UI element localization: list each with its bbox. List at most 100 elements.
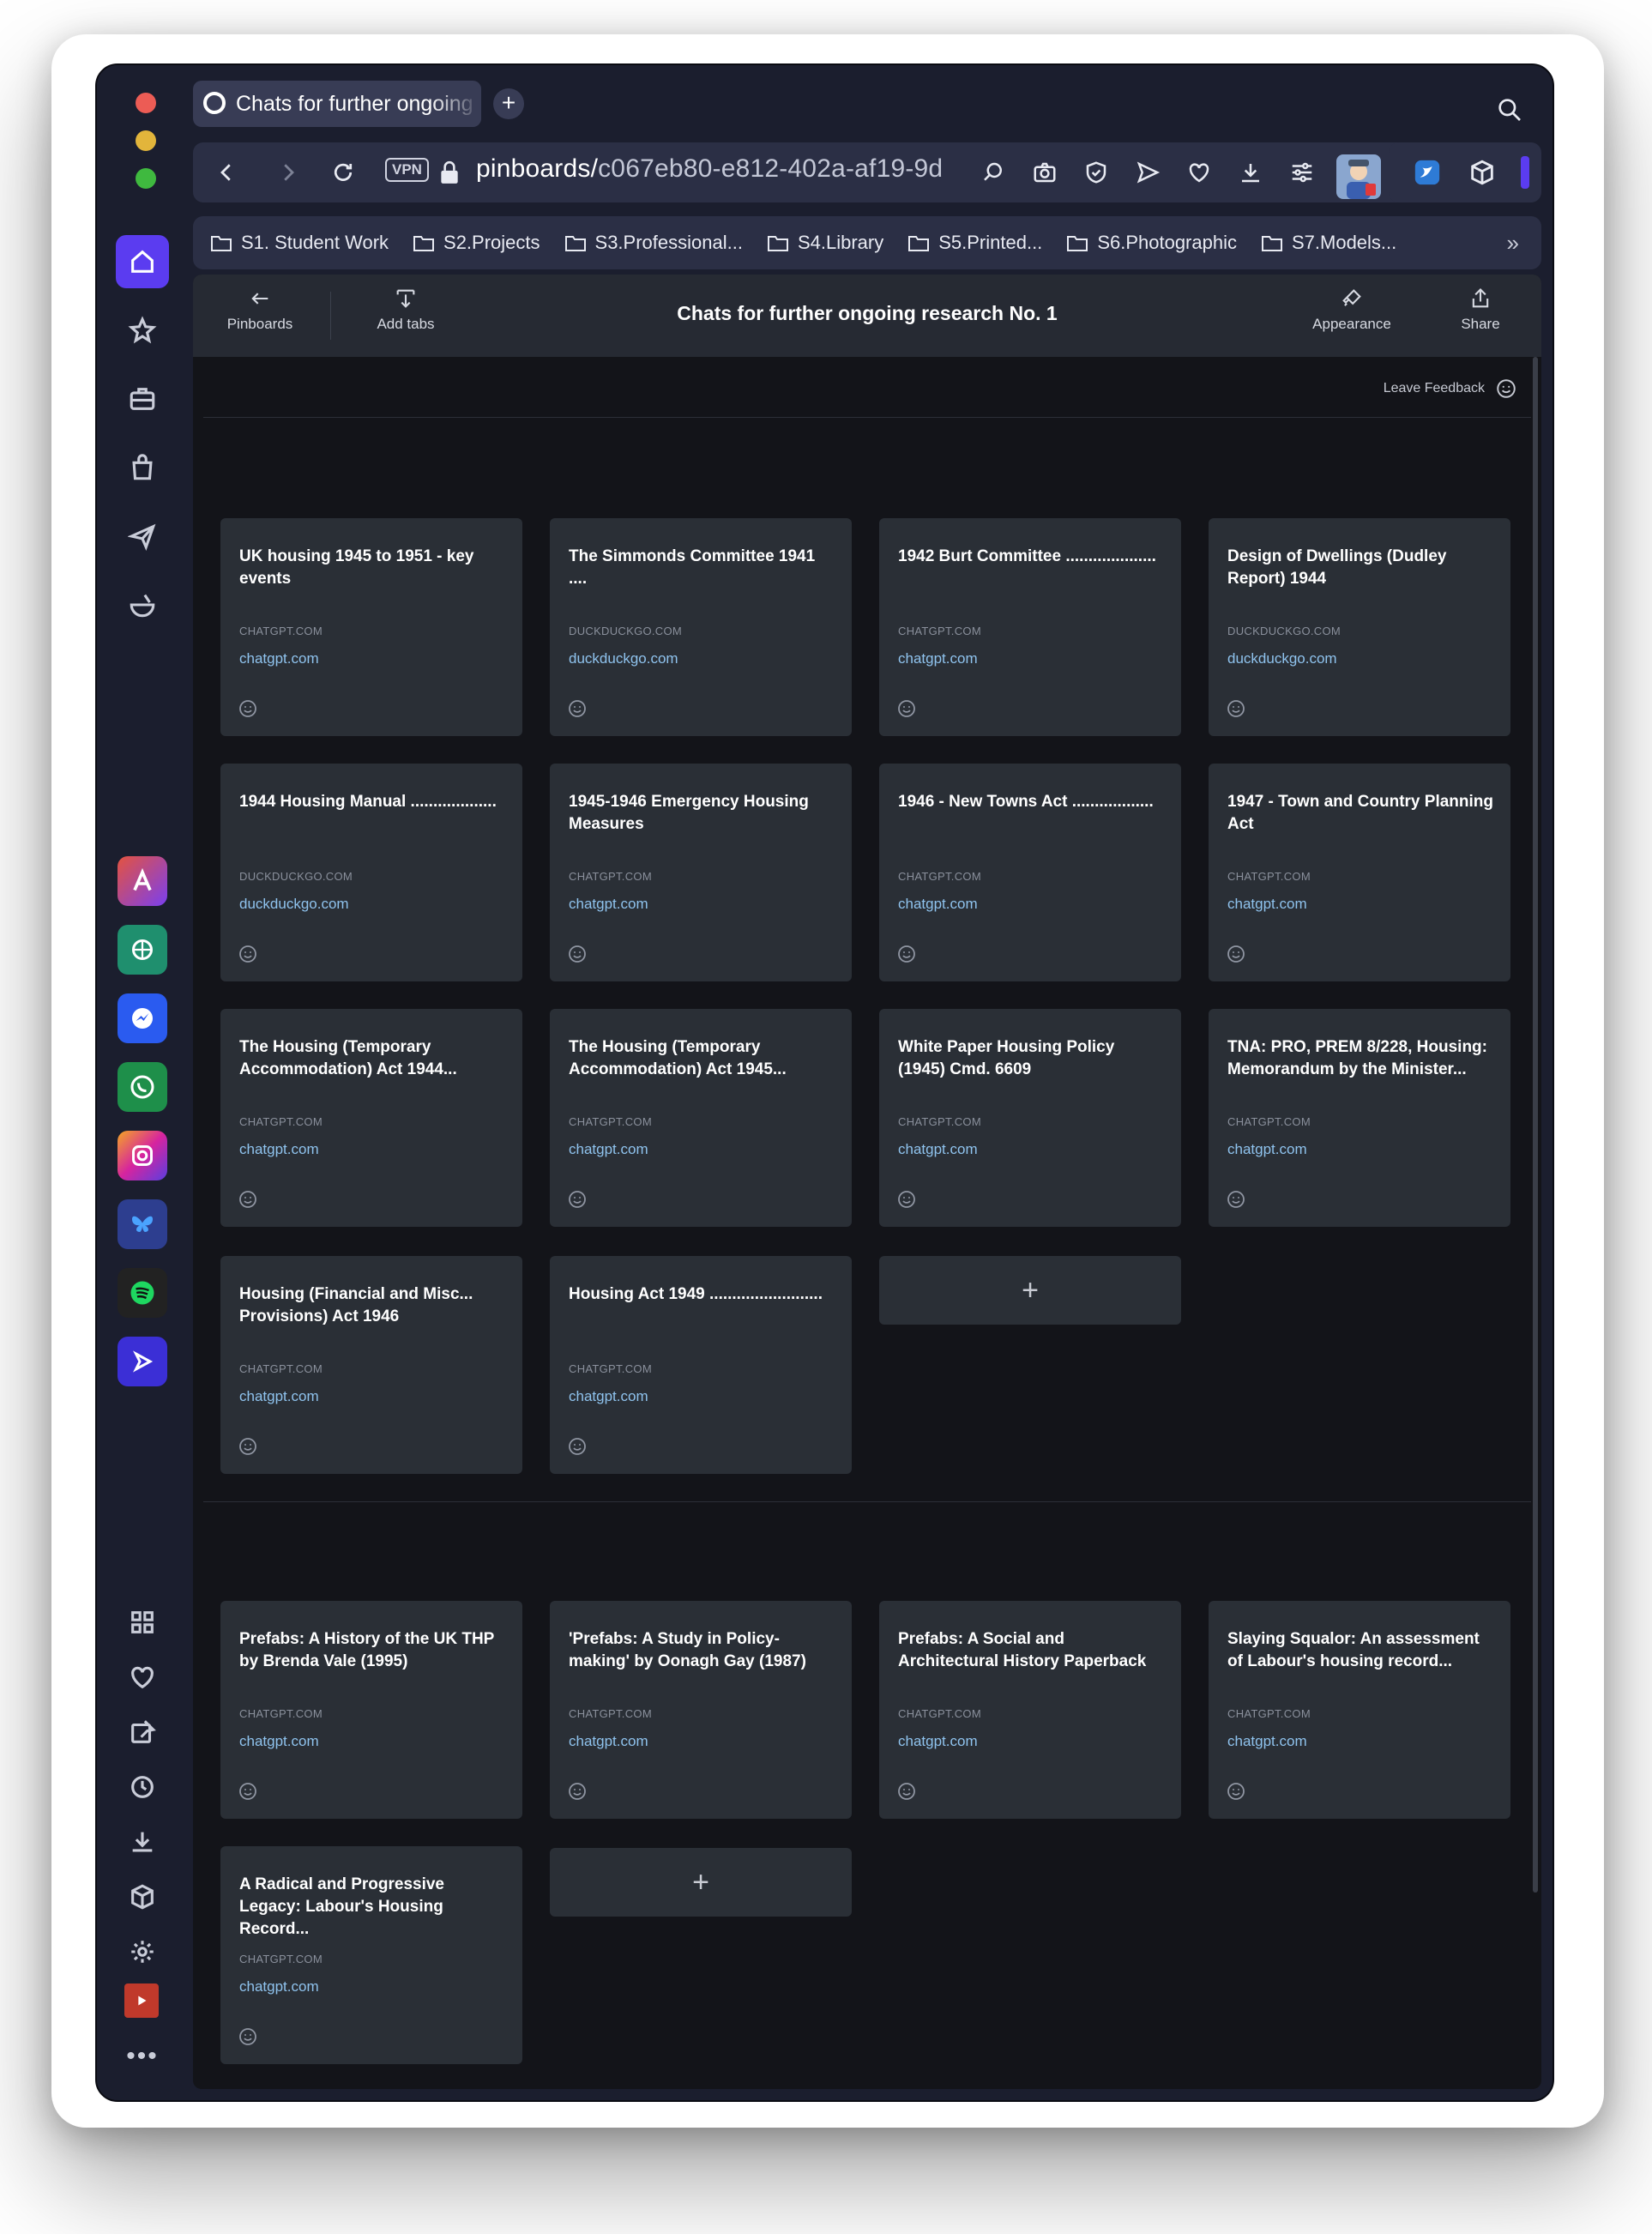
card-link[interactable]: chatgpt.com bbox=[239, 650, 319, 667]
reaction-smiley-icon[interactable] bbox=[567, 1436, 588, 1457]
pinboard-card[interactable]: Housing (Financial and Misc... Provision… bbox=[220, 1256, 522, 1474]
reaction-smiley-icon[interactable] bbox=[1226, 1781, 1246, 1802]
heart-icon[interactable] bbox=[1186, 160, 1212, 185]
video-icon[interactable] bbox=[124, 1983, 159, 2018]
pinboard-card[interactable]: The Housing (Temporary Accommodation) Ac… bbox=[220, 1009, 522, 1227]
bookmark-folder[interactable]: S1. Student Work bbox=[210, 232, 389, 254]
extensions-cube-icon[interactable] bbox=[1468, 158, 1497, 187]
pinboard-card[interactable]: White Paper Housing Policy (1945) Cmd. 6… bbox=[879, 1009, 1181, 1227]
back-icon[interactable] bbox=[214, 160, 239, 185]
card-link[interactable]: duckduckgo.com bbox=[1227, 650, 1337, 667]
card-link[interactable]: chatgpt.com bbox=[239, 1141, 319, 1158]
card-link[interactable]: chatgpt.com bbox=[569, 896, 648, 913]
download-icon[interactable] bbox=[1238, 160, 1263, 185]
player-app-icon[interactable] bbox=[118, 1337, 167, 1386]
star-icon[interactable] bbox=[116, 304, 169, 357]
pinboard-card[interactable]: A Radical and Progressive Legacy: Labour… bbox=[220, 1846, 522, 2064]
vpn-badge[interactable]: VPN bbox=[385, 158, 429, 182]
pinboard-card[interactable]: TNA: PRO, PREM 8/228, Housing: Memorandu… bbox=[1209, 1009, 1510, 1227]
settings-gear-icon[interactable] bbox=[116, 1925, 169, 1978]
pinboard-card[interactable]: 1944 Housing Manual ................... D… bbox=[220, 764, 522, 981]
bookmark-folder[interactable]: S6.Photographic bbox=[1066, 232, 1237, 254]
pinboard-card[interactable]: Design of Dwellings (Dudley Report) 1944… bbox=[1209, 518, 1510, 736]
add-card-button[interactable]: + bbox=[550, 1848, 852, 1917]
aria-app-icon[interactable] bbox=[118, 856, 167, 906]
bookmark-folder[interactable]: S7.Models... bbox=[1261, 232, 1396, 254]
messenger-app-icon[interactable] bbox=[118, 993, 167, 1043]
appearance-button[interactable]: Appearance bbox=[1305, 287, 1399, 333]
card-link[interactable]: chatgpt.com bbox=[239, 1733, 319, 1750]
more-options-icon[interactable]: ••• bbox=[116, 2030, 169, 2083]
heart-icon[interactable] bbox=[116, 1651, 169, 1704]
download-icon[interactable] bbox=[116, 1815, 169, 1869]
card-link[interactable]: duckduckgo.com bbox=[569, 650, 678, 667]
reaction-smiley-icon[interactable] bbox=[238, 1436, 258, 1457]
reaction-smiley-icon[interactable] bbox=[238, 698, 258, 719]
lock-icon[interactable] bbox=[438, 160, 461, 185]
shield-icon[interactable] bbox=[1083, 160, 1109, 185]
card-link[interactable]: chatgpt.com bbox=[898, 896, 978, 913]
close-window-button[interactable] bbox=[136, 93, 156, 113]
whatsapp-app-icon[interactable] bbox=[118, 1062, 167, 1112]
pinboard-card[interactable]: Slaying Squalor: An assessment of Labour… bbox=[1209, 1601, 1510, 1819]
share-button[interactable]: Share bbox=[1450, 287, 1510, 333]
send-icon[interactable] bbox=[1135, 160, 1161, 185]
new-tab-button[interactable]: + bbox=[493, 88, 524, 119]
briefcase-icon[interactable] bbox=[116, 372, 169, 426]
forward-icon[interactable] bbox=[275, 160, 301, 185]
find-in-page-icon[interactable] bbox=[980, 160, 1006, 185]
instagram-app-icon[interactable] bbox=[118, 1131, 167, 1180]
card-link[interactable]: chatgpt.com bbox=[898, 1141, 978, 1158]
pinboard-card[interactable]: 1947 - Town and Country Planning Act CHAT… bbox=[1209, 764, 1510, 981]
pinboard-card[interactable]: Housing Act 1949 .......................… bbox=[550, 1256, 852, 1474]
url-field[interactable]: pinboards/c067eb80-e812-402a-af19-9d bbox=[476, 154, 943, 184]
card-link[interactable]: chatgpt.com bbox=[239, 1388, 319, 1405]
reaction-smiley-icon[interactable] bbox=[238, 1781, 258, 1802]
reaction-smiley-icon[interactable] bbox=[238, 2026, 258, 2047]
reaction-smiley-icon[interactable] bbox=[1226, 698, 1246, 719]
card-link[interactable]: chatgpt.com bbox=[1227, 1733, 1307, 1750]
reaction-smiley-icon[interactable] bbox=[896, 1781, 917, 1802]
easy-setup-icon[interactable] bbox=[1289, 160, 1315, 185]
grid-icon[interactable] bbox=[116, 1596, 169, 1649]
maximize-window-button[interactable] bbox=[136, 168, 156, 189]
reaction-smiley-icon[interactable] bbox=[238, 944, 258, 964]
pinboard-card[interactable]: The Housing (Temporary Accommodation) Ac… bbox=[550, 1009, 852, 1227]
profile-avatar[interactable] bbox=[1336, 154, 1381, 199]
pinboard-card[interactable]: UK housing 1945 to 1951 - key events CHAT… bbox=[220, 518, 522, 736]
scrollbar[interactable] bbox=[1533, 357, 1538, 1893]
pinboard-card[interactable]: 1946 - New Towns Act .................. C… bbox=[879, 764, 1181, 981]
pinboard-card[interactable]: The Simmonds Committee 1941 .... DUCKDUCK… bbox=[550, 518, 852, 736]
home-icon[interactable] bbox=[116, 235, 169, 288]
card-link[interactable]: chatgpt.com bbox=[898, 650, 978, 667]
extension-bird-icon[interactable] bbox=[1413, 158, 1442, 187]
bluesky-app-icon[interactable] bbox=[118, 1199, 167, 1249]
card-link[interactable]: chatgpt.com bbox=[1227, 896, 1307, 913]
bookmark-folder[interactable]: S4.Library bbox=[767, 232, 883, 254]
chatgpt-app-icon[interactable] bbox=[118, 925, 167, 975]
reaction-smiley-icon[interactable] bbox=[896, 944, 917, 964]
spotify-app-icon[interactable] bbox=[118, 1268, 167, 1318]
reaction-smiley-icon[interactable] bbox=[1226, 1189, 1246, 1210]
card-link[interactable]: chatgpt.com bbox=[239, 1978, 319, 1996]
card-link[interactable]: duckduckgo.com bbox=[239, 896, 349, 913]
bookmark-folder[interactable]: S3.Professional... bbox=[564, 232, 743, 254]
card-link[interactable]: chatgpt.com bbox=[1227, 1141, 1307, 1158]
bowl-icon[interactable] bbox=[116, 578, 169, 631]
pinboard-card[interactable]: 'Prefabs: A Study in Policy-making' by O… bbox=[550, 1601, 852, 1819]
minimize-window-button[interactable] bbox=[136, 130, 156, 151]
card-link[interactable]: chatgpt.com bbox=[569, 1733, 648, 1750]
bookmark-folder[interactable]: S2.Projects bbox=[413, 232, 540, 254]
tab-active[interactable]: Chats for further ongoing bbox=[193, 81, 481, 127]
cube-icon[interactable] bbox=[116, 1870, 169, 1923]
reaction-smiley-icon[interactable] bbox=[567, 944, 588, 964]
card-link[interactable]: chatgpt.com bbox=[569, 1388, 648, 1405]
camera-icon[interactable] bbox=[1032, 160, 1058, 185]
search-icon[interactable] bbox=[1496, 96, 1523, 124]
reaction-smiley-icon[interactable] bbox=[567, 698, 588, 719]
card-link[interactable]: chatgpt.com bbox=[569, 1141, 648, 1158]
reaction-smiley-icon[interactable] bbox=[896, 698, 917, 719]
pinboard-card[interactable]: Prefabs: A History of the UK THP by Bren… bbox=[220, 1601, 522, 1819]
bookmarks-more-button[interactable]: » bbox=[1507, 230, 1519, 257]
leave-feedback-button[interactable]: Leave Feedback bbox=[1384, 377, 1517, 400]
